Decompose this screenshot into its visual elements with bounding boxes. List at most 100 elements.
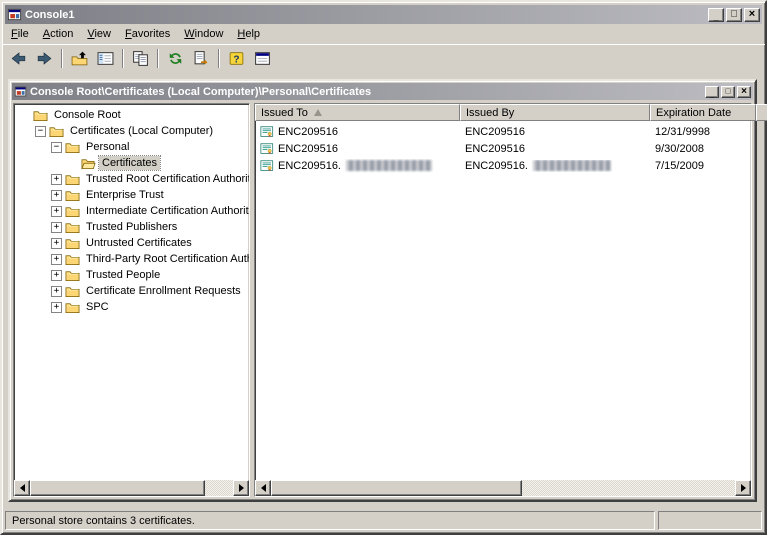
scroll-track[interactable]: [30, 480, 233, 496]
column-header-filler: [756, 104, 767, 121]
list-horizontal-scrollbar[interactable]: [255, 480, 751, 496]
refresh-icon: [167, 50, 184, 67]
svg-text:?: ?: [233, 54, 239, 65]
menu-favorites[interactable]: Favorites: [118, 26, 177, 43]
tree-item-enterprise-trust[interactable]: +Enterprise Trust: [17, 187, 249, 203]
certificate-row[interactable]: ENC209516ENC2095169/30/2008: [255, 140, 751, 157]
expander-spacer: [67, 158, 78, 169]
expiration-cell: 7/15/2009: [650, 160, 751, 172]
scroll-thumb[interactable]: [30, 480, 205, 496]
certificate-icon: [260, 142, 274, 156]
tree-item-label: SPC: [83, 300, 112, 314]
title-bar[interactable]: Console1 _□×: [5, 5, 762, 24]
child-title-bar[interactable]: Console Root\Certificates (Local Compute…: [12, 83, 753, 100]
tree-item-trusted-root-certification-authorities[interactable]: +Trusted Root Certification Authorities: [17, 171, 249, 187]
tree-item-spc[interactable]: + SPC: [17, 299, 249, 315]
up-one-level-button[interactable]: [67, 47, 92, 70]
tree-item-third-party-root-certification-authorities[interactable]: + Third-Party Root Certification Authorit…: [17, 251, 249, 267]
forward-button[interactable]: [32, 47, 57, 70]
sort-ascending-icon: [314, 109, 322, 116]
tree-item-certificate-enrollment-requests[interactable]: + Certificate Enrollment Requests: [17, 283, 249, 299]
certificate-row[interactable]: ENC209516. ENC209516. 7/15/2009: [255, 157, 751, 174]
tree-item-label: Certificates: [99, 156, 160, 170]
menu-action[interactable]: Action: [36, 26, 81, 43]
minimize-icon: _: [713, 13, 718, 22]
child-window-title: Console Root\Certificates (Local Compute…: [30, 86, 702, 98]
copy-button[interactable]: [128, 47, 153, 70]
tree-expander-plus-icon[interactable]: +: [51, 190, 62, 201]
issued-to-cell: ENC209516.: [255, 159, 460, 173]
tree-expander-minus-icon[interactable]: −: [51, 142, 62, 153]
tree-expander-plus-icon[interactable]: +: [51, 286, 62, 297]
tree-expander-plus-icon[interactable]: +: [51, 206, 62, 217]
tree-expander-plus-icon[interactable]: +: [51, 222, 62, 233]
folder-icon: [33, 107, 49, 123]
tree-expander-plus-icon[interactable]: +: [51, 238, 62, 249]
maximize-button[interactable]: □: [726, 8, 742, 22]
tree-expander-plus-icon[interactable]: +: [51, 174, 62, 185]
console-tree-pane: Console Root−Certificates (Local Compute…: [13, 103, 250, 497]
close-button[interactable]: ×: [737, 86, 751, 98]
scroll-right-button[interactable]: [735, 480, 751, 496]
triangle-right-icon: [239, 484, 244, 492]
certificate-icon: [260, 125, 274, 139]
tree-expander-plus-icon[interactable]: +: [51, 254, 62, 265]
tree-item-untrusted-certificates[interactable]: +Untrusted Certificates: [17, 235, 249, 251]
back-button[interactable]: [6, 47, 31, 70]
tree-item-console-root[interactable]: Console Root: [17, 107, 249, 123]
tree-expander-plus-icon[interactable]: +: [51, 302, 62, 313]
tree-item-label: Certificate Enrollment Requests: [83, 284, 244, 298]
folder-icon: [65, 235, 81, 251]
tree-item-certificates-local-computer[interactable]: −Certificates (Local Computer): [17, 123, 249, 139]
column-header-expiration-date[interactable]: Expiration Date: [650, 104, 756, 121]
menu-help[interactable]: Help: [230, 26, 267, 43]
minimize-button[interactable]: _: [708, 8, 724, 22]
close-button[interactable]: ×: [744, 8, 760, 22]
maximize-button[interactable]: □: [721, 86, 735, 98]
column-header-issued-to[interactable]: Issued To: [255, 104, 460, 121]
refresh-button[interactable]: [163, 47, 188, 70]
tree-item-personal[interactable]: −Personal: [17, 139, 249, 155]
menu-file[interactable]: File: [4, 26, 36, 43]
certificate-icon: [260, 159, 274, 173]
certificates-list-pane: Issued ToIssued ByExpiration Date ENC209…: [254, 103, 752, 497]
scroll-thumb[interactable]: [271, 480, 522, 496]
issued-to-text: ENC209516: [278, 126, 338, 138]
maximize-icon: □: [726, 87, 731, 95]
tree-expander-minus-icon[interactable]: −: [35, 126, 46, 137]
tree-item-label: Third-Party Root Certification Authoriti…: [83, 252, 249, 266]
scroll-right-button[interactable]: [233, 480, 249, 496]
tree-item-certificates[interactable]: Certificates: [17, 155, 249, 171]
certificate-row[interactable]: ENC209516 ENC209516 12/31/9998: [255, 123, 751, 140]
list-body: ENC209516ENC20951612/31/9998ENC209516ENC…: [255, 121, 751, 480]
triangle-right-icon: [741, 484, 746, 492]
menu-view[interactable]: View: [80, 26, 118, 43]
status-bar: Personal store contains 3 certificates.: [2, 508, 765, 533]
scroll-left-button[interactable]: [14, 480, 30, 496]
folder-icon: [65, 299, 81, 315]
issued-by-text: ENC209516.: [465, 160, 528, 172]
arrow-right-icon: [36, 50, 53, 67]
issued-by-cell: ENC209516: [460, 143, 650, 155]
help-icon: ?: [228, 50, 245, 67]
tree-expander-plus-icon[interactable]: +: [51, 270, 62, 281]
show-hide-console-tree-button[interactable]: [93, 47, 118, 70]
expiration-cell: 9/30/2008: [650, 143, 751, 155]
new-window-button[interactable]: [250, 47, 275, 70]
tree-item-intermediate-certification-authorities[interactable]: +Intermediate Certification Authorities: [17, 203, 249, 219]
column-header-issued-by[interactable]: Issued By: [460, 104, 650, 121]
issued-by-text: ENC209516: [465, 126, 525, 138]
minimize-button[interactable]: _: [705, 86, 719, 98]
scroll-track[interactable]: [271, 480, 735, 496]
issued-by-cell: ENC209516: [460, 126, 650, 138]
expiration-text: 12/31/9998: [655, 126, 710, 138]
list-container: Issued ToIssued ByExpiration Date ENC209…: [254, 103, 752, 497]
tree-item-trusted-publishers[interactable]: +Trusted Publishers: [17, 219, 249, 235]
help-button[interactable]: ?: [224, 47, 249, 70]
menu-window[interactable]: Window: [177, 26, 230, 43]
status-message-panel: Personal store contains 3 certificates.: [5, 511, 655, 530]
tree-horizontal-scrollbar[interactable]: [14, 480, 249, 496]
tree-item-trusted-people[interactable]: +Trusted People: [17, 267, 249, 283]
scroll-left-button[interactable]: [255, 480, 271, 496]
export-list-button[interactable]: [189, 47, 214, 70]
